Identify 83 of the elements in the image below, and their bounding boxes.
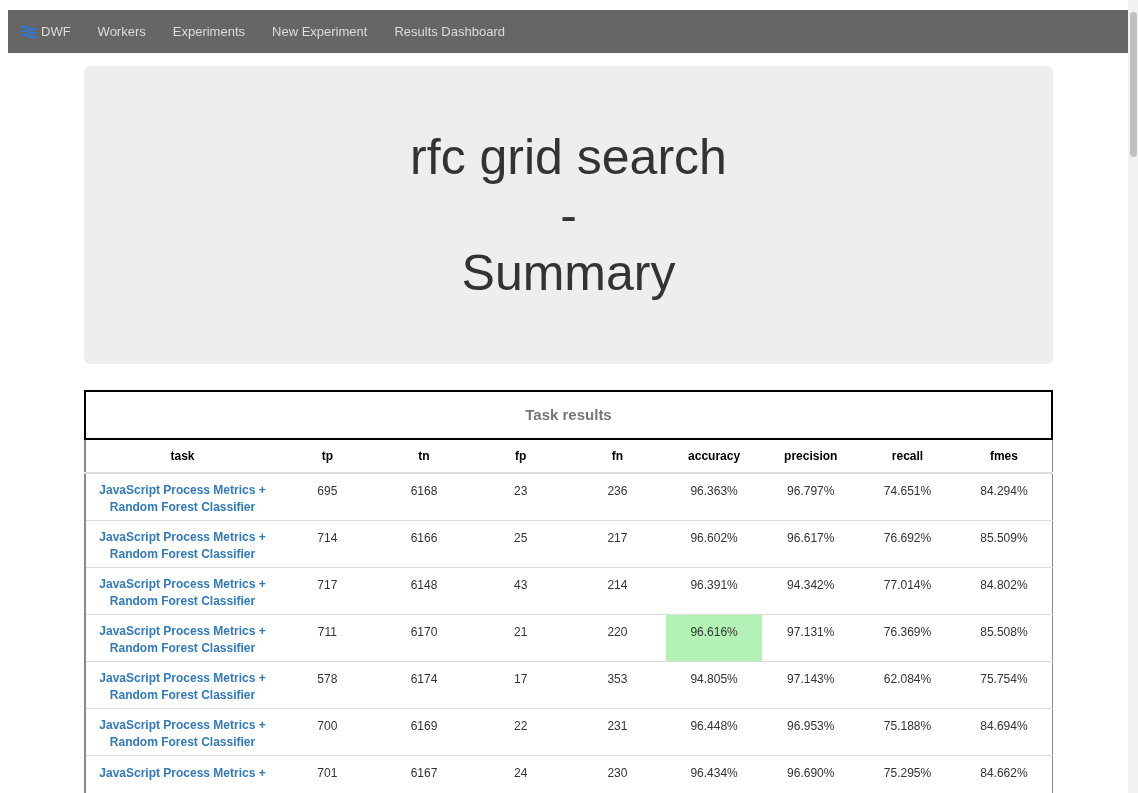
table-cell: 94.342% [762,567,860,614]
table-cell: 230 [569,755,666,793]
table-cell: 94.805% [665,661,763,708]
column-header: fp [472,440,570,473]
table-title: Task results [525,404,612,425]
table-cell: 96.602% [665,520,763,567]
table-cell: 75.188% [859,708,956,755]
table-cell: 97.131% [762,614,860,661]
table-cell: 96.690% [762,755,860,793]
table-cell: 714 [279,520,376,567]
waves-icon [20,24,37,39]
table-cell: 6167 [375,755,473,793]
column-header: tn [375,440,473,473]
column-header: precision [762,440,860,473]
table-cell: 74.651% [859,473,956,520]
table-cell: 21 [472,614,570,661]
table-cell: 84.294% [955,473,1053,520]
table-cell: 217 [569,520,666,567]
table-cell: 17 [472,661,570,708]
table-cell: 77.014% [859,567,956,614]
table-cell: 711 [279,614,376,661]
column-header: fmes [955,440,1053,473]
table-cell: 96.363% [665,473,763,520]
table-cell: 96.617% [762,520,860,567]
table-cell: 717 [279,567,376,614]
table-cell: 85.509% [955,520,1053,567]
table-cell: 75.754% [955,661,1053,708]
nav-link[interactable]: Results Dashboard [394,21,505,42]
nav-link[interactable]: Experiments [172,21,245,42]
task-link[interactable]: JavaScript Process Metrics + [99,764,266,782]
page-title: Summary [461,244,676,302]
table-cell: 6169 [375,708,473,755]
table-cell: 236 [569,473,666,520]
table-cell: 96.616% [665,614,763,661]
table-cell: 75.295% [859,755,956,793]
task-link[interactable]: JavaScript Process Metrics + Random Forest Classifier [94,716,271,751]
task-link[interactable]: JavaScript Process Metrics + Random Forest Classifier [94,669,271,704]
table-cell: 62.084% [859,661,956,708]
table-cell: 695 [279,473,376,520]
table-cell: 700 [279,708,376,755]
column-header: recall [859,440,956,473]
table-cell: 84.802% [955,567,1053,614]
table-cell: 84.694% [955,708,1053,755]
table-cell: 96.391% [665,567,763,614]
task-link[interactable]: JavaScript Process Metrics + Random Forest Classifier [94,575,271,610]
table-cell: 6174 [375,661,473,708]
table-cell: 76.369% [859,614,956,661]
table-cell: 85.508% [955,614,1053,661]
task-link[interactable]: JavaScript Process Metrics + Random Forest Classifier [94,622,271,657]
table-cell: 6166 [375,520,473,567]
table-cell: 96.797% [762,473,860,520]
table-cell: 22 [472,708,570,755]
brand-link[interactable]: DWF [20,21,71,42]
task-link[interactable]: JavaScript Process Metrics + Random Forest Classifier [94,482,271,516]
table-cell: 76.692% [859,520,956,567]
column-header: task [85,440,279,473]
table-cell: 231 [569,708,666,755]
nav-link[interactable]: Workers [97,21,146,42]
table-cell: 25 [472,520,570,567]
page-title: rfc grid search [410,128,727,186]
nav-link[interactable]: New Experiment [272,21,368,42]
table-cell: 6168 [375,473,473,520]
table-cell: 214 [569,567,666,614]
page-title: - [560,186,577,244]
table-cell: 96.448% [665,708,763,755]
table-cell: 220 [569,614,666,661]
table-cell: 43 [472,567,570,614]
task-link[interactable]: JavaScript Process Metrics + Random Forest Classifier [94,528,271,563]
table-cell: 701 [279,755,376,793]
table-cell: 96.953% [762,708,860,755]
table-cell: 97.143% [762,661,860,708]
column-header: tp [279,440,376,473]
column-header: fn [569,440,666,473]
table-cell: 23 [472,473,570,520]
table-cell: 24 [472,755,570,793]
table-cell: 6170 [375,614,473,661]
table-cell: 6148 [375,567,473,614]
table-cell: 84.662% [955,755,1053,793]
column-header: accuracy [665,440,763,473]
table-cell: 578 [279,661,376,708]
table-cell: 353 [569,661,666,708]
table-cell: 96.434% [665,755,763,793]
scrollbar[interactable] [1128,0,1138,793]
